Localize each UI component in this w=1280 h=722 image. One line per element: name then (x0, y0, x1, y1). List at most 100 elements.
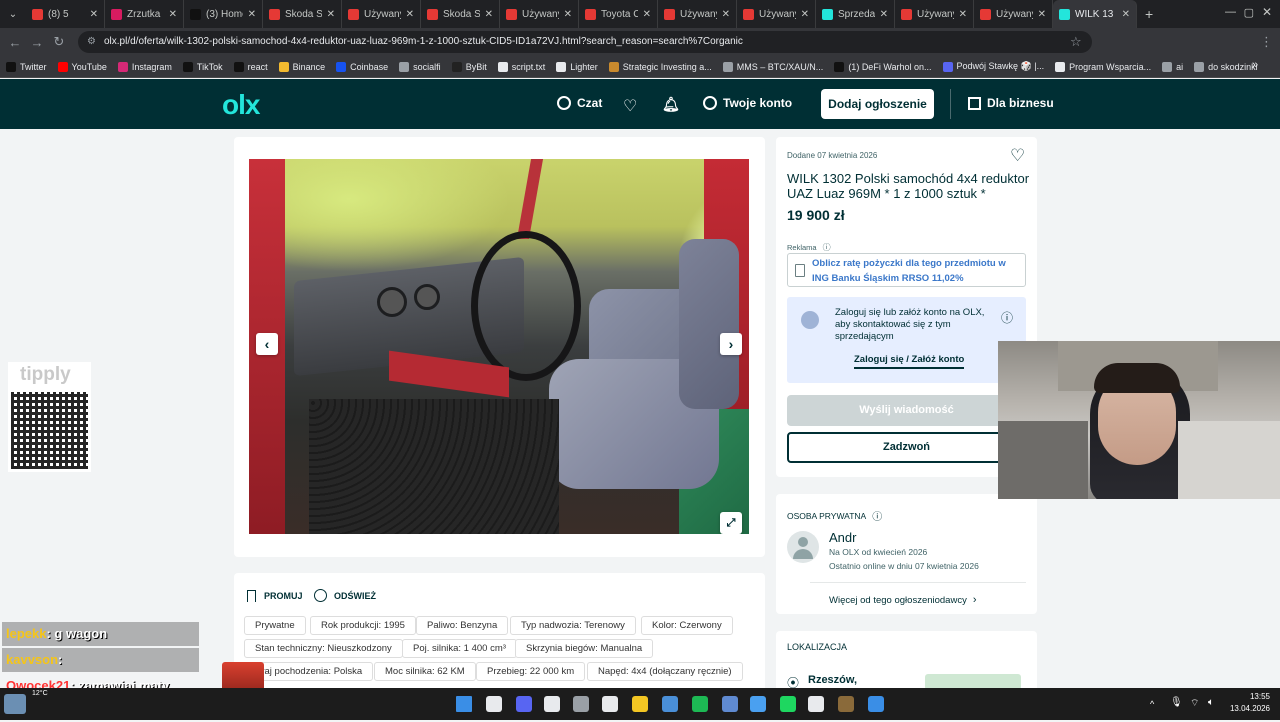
send-message-button[interactable]: Wyślij wiadomość (787, 395, 1026, 426)
gallery-next-button[interactable]: › (720, 333, 742, 355)
browser-tab[interactable]: Zrzutka ✕ (105, 0, 184, 28)
clock-time[interactable]: 13:55 (1226, 692, 1270, 701)
spotify-icon[interactable] (692, 696, 708, 712)
browser-tab[interactable]: Używany ✕ (500, 0, 579, 28)
tab-close-icon[interactable]: ✕ (564, 9, 572, 20)
bookmark-item[interactable]: do skodzinki (1194, 61, 1258, 72)
app-icon[interactable] (750, 696, 766, 712)
tab-close-icon[interactable]: ✕ (1122, 9, 1130, 20)
favorite-heart-icon[interactable]: ♡ (1010, 146, 1025, 166)
volume-icon[interactable]: 🔈︎ (1208, 697, 1214, 708)
browser-tab[interactable]: (3) Home ✕ (184, 0, 263, 28)
browser-tab[interactable]: Używany ✕ (737, 0, 816, 28)
bookmark-item[interactable]: ai (1162, 61, 1183, 72)
microphone-icon[interactable]: 🎙︎ (1170, 697, 1183, 708)
call-button[interactable]: Zadzwoń (787, 432, 1026, 463)
app-icon[interactable] (544, 696, 560, 712)
discord-icon[interactable] (516, 696, 532, 712)
browser-tab[interactable]: Sprzeda ✕ (816, 0, 895, 28)
bookmark-item[interactable]: TikTok (182, 61, 223, 72)
bookmark-item[interactable]: Podwój Stawkę 🎲 |... (942, 61, 1044, 72)
bookmark-item[interactable]: ByBit (451, 61, 487, 72)
weather-icon[interactable] (4, 694, 26, 714)
browser-tab[interactable]: Używany ✕ (974, 0, 1053, 28)
favorites-button[interactable]: ♡ (623, 96, 637, 116)
forward-icon[interactable]: → (26, 35, 48, 50)
tab-close-icon[interactable]: ✕ (327, 9, 335, 20)
tab-close-icon[interactable]: ✕ (169, 9, 177, 20)
browser-tab[interactable]: Używany ✕ (658, 0, 737, 28)
tab-close-icon[interactable]: ✕ (801, 9, 809, 20)
tab-search-icon[interactable]: ⌄ (0, 9, 26, 20)
chrome-icon[interactable] (486, 696, 502, 712)
url-field[interactable]: ⚙ olx.pl/d/oferta/wilk-1302-polski-samoc… (78, 31, 1092, 53)
steam-icon[interactable] (602, 696, 618, 712)
clock-date[interactable]: 13.04.2026 (1220, 704, 1270, 713)
promote-button[interactable]: PROMUJ (247, 590, 303, 602)
info-icon[interactable]: ⓘ (1001, 309, 1013, 326)
business-link[interactable]: Dla biznesu (968, 96, 1054, 110)
tab-close-icon[interactable]: ✕ (643, 9, 651, 20)
fullscreen-button[interactable]: ⤢ (720, 512, 742, 534)
app-icon[interactable] (808, 696, 824, 712)
refresh-button[interactable]: ODŚWIEŻ (314, 589, 376, 602)
menu-icon[interactable]: ⋮ (1260, 34, 1273, 50)
bookmark-item[interactable]: Strategic Investing a... (608, 61, 712, 72)
olx-logo[interactable]: olx (222, 89, 260, 121)
tab-close-icon[interactable]: ✕ (90, 9, 98, 20)
tab-close-icon[interactable]: ✕ (406, 9, 414, 20)
bookmark-item[interactable]: socialfi (399, 61, 441, 72)
browser-tab[interactable]: (8) 5 ✕ (26, 0, 105, 28)
bookmark-item[interactable]: Twitter (6, 61, 47, 72)
browser-tab[interactable]: WILK 13 ✕ (1053, 0, 1137, 28)
start-icon[interactable] (456, 696, 472, 712)
site-settings-icon[interactable]: ⚙ (87, 31, 96, 53)
listing-photo[interactable]: ‹ › ⤢ (249, 159, 749, 534)
tab-close-icon[interactable]: ✕ (959, 9, 967, 20)
new-tab-button[interactable]: + (1145, 6, 1153, 22)
maximize-icon[interactable]: ▢ (1244, 6, 1254, 19)
bookmark-item[interactable]: react (233, 61, 268, 72)
tab-close-icon[interactable]: ✕ (722, 9, 730, 20)
close-window-icon[interactable]: ✕ (1262, 5, 1272, 19)
bookmark-item[interactable]: Instagram (117, 61, 172, 72)
browser-tab[interactable]: Używany ✕ (895, 0, 974, 28)
wifi-icon[interactable]: ⌔ (1190, 697, 1199, 710)
tab-close-icon[interactable]: ✕ (880, 9, 888, 20)
bookmark-item[interactable]: YouTube (57, 61, 107, 72)
tab-close-icon[interactable]: ✕ (248, 9, 256, 20)
add-listing-button[interactable]: Dodaj ogłoszenie (821, 89, 934, 119)
bookmark-item[interactable]: Coinbase (336, 61, 388, 72)
browser-tab[interactable]: Skoda S ✕ (263, 0, 342, 28)
app-icon[interactable] (573, 696, 589, 712)
browser-tab[interactable]: Toyota C ✕ (579, 0, 658, 28)
browser-tab[interactable]: Skoda S ✕ (421, 0, 500, 28)
file-explorer-icon[interactable] (632, 696, 648, 712)
bookmark-item[interactable]: (1) DeFi Warhol on... (834, 61, 932, 72)
notifications-button[interactable]: 🔔︎ (662, 96, 680, 113)
vscode-icon[interactable] (868, 696, 884, 712)
app-icon[interactable] (662, 696, 678, 712)
bookmark-item[interactable]: Program Wsparcia... (1055, 61, 1151, 72)
minimize-icon[interactable]: — (1225, 6, 1236, 18)
bookmark-item[interactable]: Lighter (556, 61, 598, 72)
more-from-seller-link[interactable]: Więcej od tego ogłoszeniodawcy › (829, 594, 977, 606)
account-link[interactable]: Twoje konto (703, 96, 792, 110)
back-icon[interactable]: ← (4, 35, 26, 50)
bookmark-star-icon[interactable]: ☆ (1070, 34, 1082, 50)
bookmark-item[interactable]: script.txt (497, 61, 545, 72)
gallery-prev-button[interactable]: ‹ (256, 333, 278, 355)
info-icon[interactable]: ⓘ (872, 508, 882, 523)
more-bookmarks-icon[interactable]: » (1252, 59, 1258, 71)
bookmark-item[interactable]: MMS – BTC/XAU/N... (722, 61, 823, 72)
browser-tab[interactable]: Używany ✕ (342, 0, 421, 28)
app-icon[interactable] (838, 696, 854, 712)
tray-chevron-icon[interactable]: ^ (1150, 699, 1154, 709)
login-link[interactable]: Zaloguj się / Załóż konto (854, 354, 965, 369)
app-icon[interactable] (780, 696, 796, 712)
loan-calculator-link[interactable]: Oblicz ratę pożyczki dla tego przedmiotu… (787, 253, 1026, 287)
tab-close-icon[interactable]: ✕ (1038, 9, 1046, 20)
app-icon[interactable] (722, 696, 738, 712)
reload-icon[interactable]: ↻ (48, 34, 70, 50)
bookmark-item[interactable]: Binance (278, 61, 325, 72)
